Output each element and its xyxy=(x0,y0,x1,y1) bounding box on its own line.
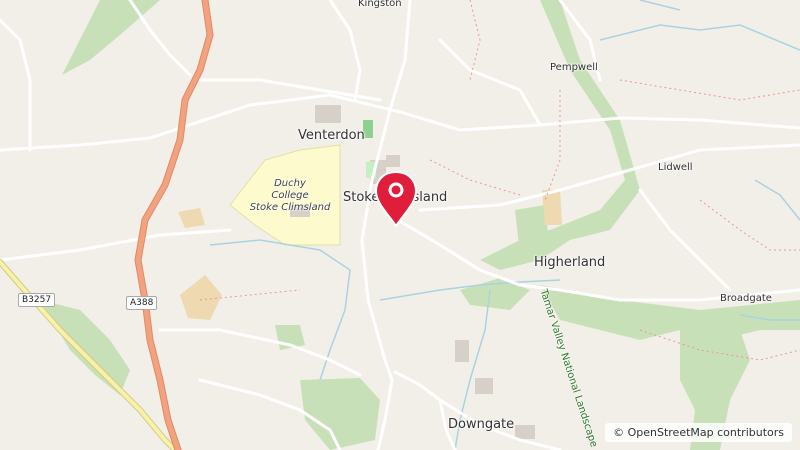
road-label-a388: A388 xyxy=(126,296,158,310)
road-label-b3257: B3257 xyxy=(18,293,56,307)
college-label-line1: Duchy xyxy=(274,178,306,189)
map-pin-icon[interactable] xyxy=(372,170,420,228)
place-label-pempwell: Pempwell xyxy=(550,62,598,73)
attribution[interactable]: © OpenStreetMap contributors xyxy=(605,423,792,442)
place-label-downgate: Downgate xyxy=(448,417,515,432)
college-label-line3: Stoke Climsland xyxy=(249,202,331,213)
green-areas xyxy=(40,0,800,450)
place-label-broadgate: Broadgate xyxy=(720,293,772,304)
college-label-line2: College xyxy=(271,190,309,201)
place-label-venterdon: Venterdon xyxy=(298,128,365,143)
place-label-higherland: Higherland xyxy=(534,255,606,270)
college-label: Duchy College Stoke Climsland xyxy=(240,178,340,214)
place-label-kingston: Kingston xyxy=(358,0,402,9)
map-canvas[interactable]: Kingston Pempwell Venterdon Stoke Climsl… xyxy=(0,0,800,450)
attribution-text: © OpenStreetMap contributors xyxy=(613,426,784,439)
place-label-lidwell: Lidwell xyxy=(658,162,693,173)
